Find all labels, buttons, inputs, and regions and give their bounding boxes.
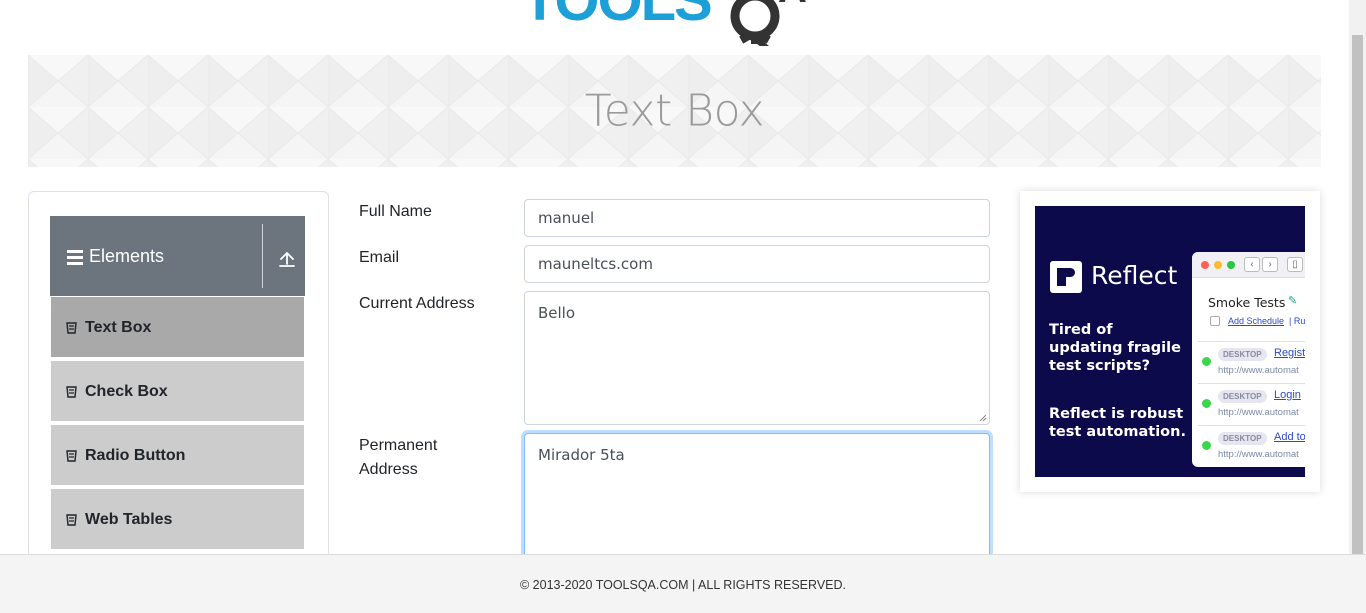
permanent-address-value: Mirador 5ta (538, 446, 625, 464)
test-name: Add to (1274, 431, 1305, 443)
page-scrollbar[interactable] (1349, 0, 1366, 554)
page-title: Text Box (584, 85, 765, 137)
sidebar-item-text-box[interactable]: Text Box (51, 297, 304, 359)
permanent-address-label: Permanent Address (359, 434, 437, 482)
platform-tag: DESKTOP (1218, 390, 1267, 403)
browser-toolbar: ‹ › ▯ (1192, 252, 1305, 278)
add-schedule-link: Add Schedule (1228, 316, 1285, 326)
maximize-dot-icon (1227, 261, 1235, 269)
elements-group-title: Elements (89, 246, 165, 266)
status-dot-icon (1202, 357, 1211, 366)
platform-tag: DESKTOP (1218, 432, 1267, 445)
test-url: http://www.automat (1218, 365, 1299, 376)
footer: © 2013-2020 TOOLSQA.COM | ALL RIGHTS RES… (0, 554, 1366, 613)
platform-tag: DESKTOP (1218, 348, 1267, 361)
item-icon (66, 386, 77, 398)
forward-icon: › (1262, 257, 1278, 272)
item-icon (66, 450, 77, 462)
reflect-ad[interactable]: Reflect Tired of updating fragile test s… (1035, 206, 1305, 477)
collapse-arrow-icon[interactable] (278, 250, 296, 268)
logo-graphic: TOOLS A (522, 0, 807, 51)
test-url: http://www.automat (1218, 407, 1299, 418)
page: TOOLS A Text (0, 0, 1366, 613)
test-name: Registr (1274, 347, 1305, 359)
svg-text:TOOLS: TOOLS (522, 0, 711, 33)
email-input[interactable]: mauneltcs.com (524, 245, 990, 283)
ad-browser-mock: ‹ › ▯ Smoke Tests ✎ Add Schedule | Ru DE… (1192, 252, 1305, 467)
back-icon: ‹ (1244, 257, 1260, 272)
sidebar-item-radio-button[interactable]: Radio Button (51, 425, 304, 487)
test-row: DESKTOP Add to http://www.automat (1198, 425, 1305, 467)
status-dot-icon (1202, 441, 1211, 450)
ad-tagline: Reflect is robust test automation. (1049, 406, 1186, 440)
reflect-logo-icon (1050, 261, 1082, 293)
group-divider (262, 224, 263, 288)
sidebar-item-label: Radio Button (85, 447, 186, 464)
resize-grip-icon[interactable] (979, 414, 987, 422)
sidebar-toggle-icon: ▯ (1287, 257, 1303, 272)
test-row: DESKTOP Registr http://www.automat (1198, 341, 1305, 383)
email-label: Email (359, 249, 400, 266)
full-name-input[interactable]: manuel (524, 199, 990, 237)
scrollbar-thumb[interactable] (1352, 35, 1363, 554)
permanent-address-label-line1: Permanent (359, 437, 438, 454)
full-name-label: Full Name (359, 203, 432, 220)
sidebar-item-check-box[interactable]: Check Box (51, 361, 304, 423)
calendar-icon (1210, 316, 1220, 326)
ad-container[interactable]: Reflect Tired of updating fragile test s… (1020, 191, 1320, 492)
close-dot-icon (1201, 261, 1209, 269)
smoke-tests-title: Smoke Tests (1208, 295, 1286, 310)
ad-brand: Reflect (1091, 261, 1178, 290)
svg-text:A: A (778, 0, 807, 11)
permanent-address-textarea[interactable]: Mirador 5ta (524, 433, 990, 567)
item-icon (66, 514, 77, 526)
edit-pencil-icon: ✎ (1288, 295, 1298, 307)
elements-group-header[interactable]: Elements (50, 216, 305, 296)
copyright-text: © 2013-2020 TOOLSQA.COM | ALL RIGHTS RES… (519, 578, 846, 592)
sidebar-item-label: Check Box (85, 383, 168, 400)
minimize-dot-icon (1214, 261, 1222, 269)
current-address-value: Bello (538, 304, 576, 322)
sidebar: Elements Text Box Check Box Radio Button… (28, 191, 329, 571)
toolsqa-logo[interactable]: TOOLS A (520, 0, 840, 51)
current-address-label: Current Address (359, 295, 475, 312)
test-name: Login (1274, 389, 1301, 401)
status-dot-icon (1202, 399, 1211, 408)
hamburger-icon (67, 250, 83, 265)
sidebar-item-label: Text Box (85, 319, 152, 336)
page-banner: Text Box (28, 55, 1321, 167)
schedule-separator: | Ru (1289, 316, 1305, 326)
test-row: DESKTOP Login http://www.automat (1198, 383, 1305, 425)
sidebar-item-label: Web Tables (85, 511, 173, 528)
test-url: http://www.automat (1218, 449, 1299, 460)
sidebar-item-web-tables[interactable]: Web Tables (51, 489, 304, 551)
current-address-textarea[interactable]: Bello (524, 291, 990, 425)
ad-headline: Tired of updating fragile test scripts? (1049, 322, 1181, 374)
item-icon (66, 322, 77, 334)
permanent-address-label-line2: Address (359, 461, 418, 478)
